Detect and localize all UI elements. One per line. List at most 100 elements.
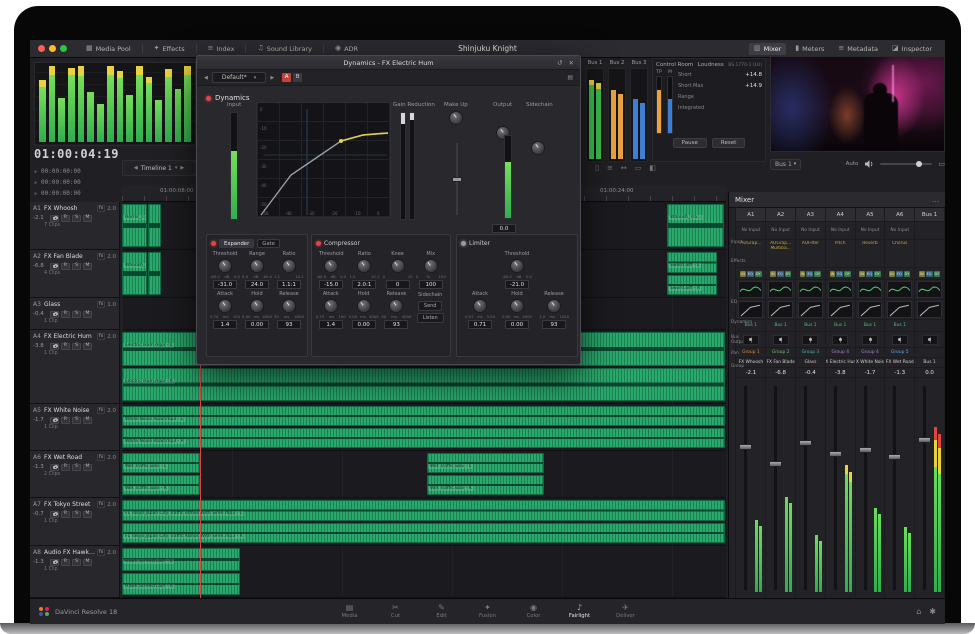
track-arm-button[interactable]: R [61,215,70,222]
knob-range[interactable] [250,259,264,273]
minimize-window-icon[interactable] [49,45,56,52]
track-arm-button[interactable]: R [61,311,70,318]
strip-eq[interactable] [766,280,795,300]
strip-bus-output[interactable]: Bus 1 [885,320,914,332]
page-tab-fairlight[interactable]: ♪Fairlight [557,604,603,619]
power-led[interactable] [461,241,466,246]
in-chip[interactable]: IN [919,271,925,277]
toolbar-button-effects[interactable]: ✦Effects [149,43,190,55]
knob-value[interactable]: 1.1:1 [277,280,301,289]
track-lock-button[interactable] [50,511,59,518]
track-header-a7[interactable]: A7FX Tokyo Streetfx2.0-0.7RSM1 Clip [30,498,120,546]
audio-clip[interactable]: FL Tokyo Japan City Traffic Atmos With S… [122,523,725,544]
strip-dynamics[interactable] [885,300,914,320]
knob-knee[interactable] [391,259,405,273]
page-tab-fusion[interactable]: ✦Fusion [465,604,511,619]
preset-prev-icon[interactable]: ◀ [204,75,208,81]
toolbar-button-index[interactable]: ≡Index [203,43,240,55]
track-header-a3[interactable]: A3Glassfx1.0-0.4RSM1 Clip [30,298,120,330]
strip-group[interactable]: Group 4 [826,348,855,358]
fader-track[interactable] [744,386,747,590]
audio-clip[interactable]: Whoosh_Tra... [667,204,724,247]
eq-chip[interactable]: EQ [806,271,813,277]
strip-group[interactable]: Group 5 [885,348,914,358]
track-arm-button[interactable]: R [61,511,70,518]
fader-handle[interactable] [799,440,812,446]
preset-next-icon[interactable]: ▶ [270,75,274,81]
dy-chip[interactable]: DY [844,271,851,277]
strip-tab[interactable]: A5 [856,208,885,222]
knob-value[interactable]: 0.00 [505,320,529,329]
fader-track[interactable] [864,386,867,590]
track-mute-button[interactable]: M [83,311,92,318]
fader-track[interactable] [893,386,896,590]
knob-value[interactable]: -31.0 [213,280,237,289]
dy-chip[interactable]: DY [874,271,881,277]
audio-clip[interactable]: Wet Traffic.wav - L [427,453,544,473]
knob-value[interactable]: 24.0 [245,280,269,289]
audio-clip[interactable]: Wet Traffic.wav - R [122,475,200,495]
knob-threshold[interactable] [510,259,524,273]
dynamics-dialog[interactable]: Dynamics - FX Electric Hum ↺ ✕ ◀ Default… [196,55,581,365]
knob-value[interactable]: 0 [386,280,410,289]
strip-eq[interactable] [856,280,885,300]
strip-eq[interactable] [826,280,855,300]
strip-input[interactable] [915,222,944,240]
track-lock-button[interactable] [50,263,59,270]
fader-handle[interactable] [888,454,901,460]
timeline-tool-icon[interactable]: ↔ [621,164,627,172]
track-lock-button[interactable] [50,464,59,471]
track-mute-button[interactable]: M [83,464,92,471]
strip-group[interactable]: Group 4 [856,348,885,358]
maximize-window-icon[interactable] [60,45,67,52]
makeup-knob[interactable] [449,111,463,125]
strip-dynamics[interactable] [826,300,855,320]
eq-chip[interactable]: EQ [777,271,784,277]
track-arm-button[interactable]: R [61,343,70,350]
knob-value[interactable]: -21.0 [505,280,529,289]
track-lane-a6[interactable]: Wet Traffic.wav - LWet Traffic.wav - RWe… [122,451,726,498]
track-lane-a5[interactable]: White Noise Road.mp3 - LWhite Noise Road… [122,404,726,451]
strip-effects[interactable]: Chorus [885,240,914,268]
power-led[interactable] [316,241,321,246]
fader-track[interactable] [923,386,926,590]
in-chip[interactable]: IN [859,271,865,277]
power-led[interactable] [211,241,216,246]
strip-input[interactable]: No Input [885,222,914,240]
strip-dynamics[interactable] [796,300,825,320]
knob-release[interactable] [547,299,561,313]
fader-track[interactable] [804,386,807,590]
track-arm-button[interactable]: R [61,559,70,566]
audio-clip[interactable]: Whoosh_Tra... [122,252,147,295]
knob-value[interactable]: 93 [542,320,566,329]
eq-chip[interactable]: EQ [866,271,873,277]
toolbar-button-meters[interactable]: ▮Meters [790,43,829,55]
knob-threshold[interactable] [324,259,338,273]
track-header-a4[interactable]: A4FX Electric Humfx2.0-3.8RSM1 Clip [30,330,120,404]
strip-bus-output[interactable]: Bus 1 [766,320,795,332]
knob-value[interactable]: 100 [419,280,443,289]
strip-dynamics[interactable] [766,300,795,320]
track-arm-button[interactable]: R [61,417,70,424]
knob-hold[interactable] [510,299,524,313]
page-tab-color[interactable]: ◉Color [511,604,557,619]
fader-handle[interactable] [859,447,872,453]
pause-button[interactable]: Pause [673,138,707,148]
strip-effects[interactable]: Pitch [826,240,855,268]
track-header-a6[interactable]: A6FX Wet Roadfx2.0-1.3RSM2 Clips [30,451,120,498]
knob-release[interactable] [389,299,403,313]
track-header-a1[interactable]: A1FX Whooshfx2.0-2.1RSM7 Clips [30,202,120,250]
eq-chip[interactable]: EQ [836,271,843,277]
knob-value[interactable]: 1.4 [319,320,343,329]
strip-tab[interactable]: A3 [796,208,825,222]
audio-clip[interactable]: Wet Traffic.wav - R [427,475,544,495]
preset-select[interactable]: Default* ▾ [212,72,266,83]
strip-pan[interactable] [826,332,855,348]
strip-eq[interactable] [736,280,765,300]
preset-save-icon[interactable]: ▤ [567,74,573,81]
knob-value[interactable]: 2.0:1 [352,280,376,289]
gate-button[interactable]: Gate [257,239,280,248]
audio-clip[interactable]: White Noise Road.mp3 - L [122,406,725,426]
track-lock-button[interactable] [50,417,59,424]
strip-tab[interactable]: A2 [766,208,795,222]
